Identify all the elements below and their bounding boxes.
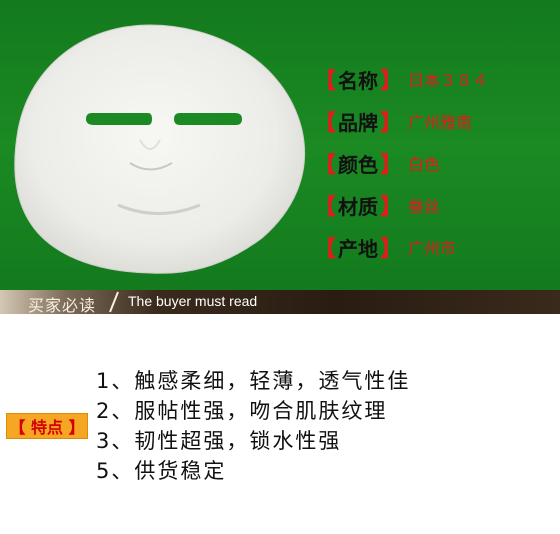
mask-outline (14, 24, 306, 274)
spec-label: 品牌 (338, 110, 379, 135)
banner-title-cn: 买家必读 (28, 296, 97, 315)
product-hero: 【 名称 】 日本３８４ 【 品牌 】 广州雅南 【 颜色 】 白色 【 材质 … (0, 0, 560, 290)
spec-value: 日本３８４ (408, 71, 489, 90)
spec-label: 产地 (338, 236, 379, 261)
spec-value: 广州市 (408, 239, 457, 258)
mask-right-eye (174, 113, 242, 125)
bracket-open: 【 (314, 195, 337, 220)
buyer-notice-banner: 买家必读 The buyer must read (0, 290, 560, 315)
bracket-open: 【 (314, 111, 337, 136)
spec-value: 蚕丝 (408, 197, 441, 216)
mask-left-eye (86, 113, 152, 125)
slash-divider-icon (109, 291, 119, 313)
spec-label: 材质 (338, 194, 379, 219)
spec-list: 【 名称 】 日本３８４ 【 品牌 】 广州雅南 【 颜色 】 白色 【 材质 … (314, 58, 488, 268)
face-mask-image (14, 24, 306, 274)
spec-label: 名称 (338, 68, 379, 93)
spec-row-origin: 【 产地 】 广州市 (314, 226, 488, 268)
bracket-close: 】 (380, 153, 403, 178)
spec-value: 白色 (408, 155, 441, 174)
banner-title-en: The buyer must read (128, 293, 258, 309)
spec-row-name: 【 名称 】 日本３８４ (314, 58, 488, 100)
bracket-open: 【 (314, 69, 337, 94)
bracket-close: 】 (380, 69, 403, 94)
spec-label: 颜色 (338, 152, 379, 177)
spec-value: 广州雅南 (408, 113, 473, 132)
spec-row-material: 【 材质 】 蚕丝 (314, 184, 488, 226)
bracket-close: 】 (380, 237, 403, 262)
bracket-close: 】 (380, 111, 403, 136)
spec-row-color: 【 颜色 】 白色 (314, 142, 488, 184)
spec-row-brand: 【 品牌 】 广州雅南 (314, 100, 488, 142)
features-tag: 【 特点 】 (6, 413, 88, 439)
feature-item: 5、供货稳定 (96, 459, 227, 483)
feature-item: 2、服帖性强，吻合肌肤纹理 (96, 399, 388, 423)
feature-list: 1、触感柔细，轻薄，透气性佳 2、服帖性强，吻合肌肤纹理 3、韧性超强，锁水性强… (96, 366, 410, 486)
bracket-close: 】 (380, 195, 403, 220)
bracket-open: 【 (314, 153, 337, 178)
feature-item: 1、触感柔细，轻薄，透气性佳 (96, 369, 411, 393)
feature-item: 3、韧性超强，锁水性强 (96, 429, 342, 453)
bracket-open: 【 (314, 237, 337, 262)
